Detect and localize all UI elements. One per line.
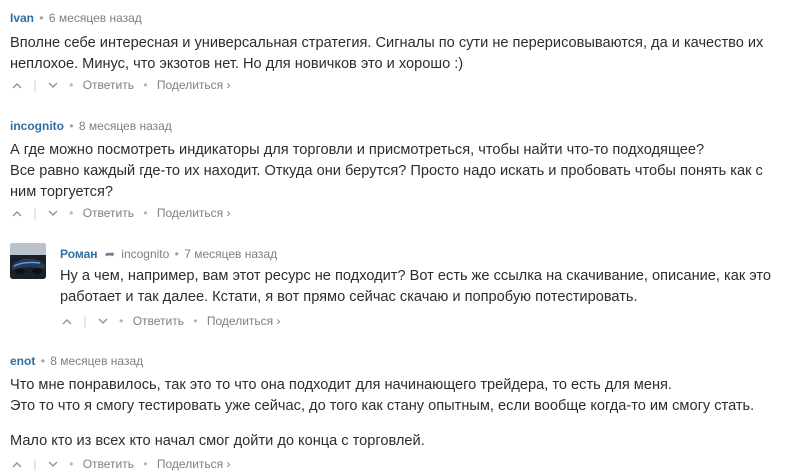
comment-author[interactable]: enot	[10, 354, 35, 368]
upvote-button[interactable]	[10, 77, 24, 93]
downvote-button[interactable]	[46, 77, 60, 93]
action-separator: •	[193, 313, 198, 328]
avatar[interactable]	[10, 243, 46, 279]
comment-text-line: ним торгуется?	[10, 184, 113, 200]
comment-body: Ну а чем, например, вам этот ресурс не п…	[60, 266, 771, 308]
share-button[interactable]: Поделиться ›	[157, 205, 231, 221]
reply-to-author[interactable]: incognito	[121, 247, 169, 261]
upvote-button[interactable]	[10, 456, 24, 472]
comment-text-line: А где можно посмотреть индикаторы для то…	[10, 142, 705, 158]
avatar-image	[10, 243, 46, 279]
comment-text-line: работает и так далее. Кстати, я вот прям…	[60, 289, 638, 305]
share-button[interactable]: Поделиться ›	[157, 456, 231, 472]
action-separator: •	[119, 313, 124, 328]
comment-text-line: Мало кто из всех кто начал смог дойти до…	[10, 433, 425, 449]
header-separator: •	[40, 354, 45, 368]
vote-divider: |	[33, 456, 37, 471]
comment-actions: | • Ответить • Поделиться ›	[10, 455, 230, 472]
action-separator: •	[69, 456, 74, 471]
comment-actions: | • Ответить • Поделиться ›	[60, 312, 280, 329]
upvote-button[interactable]	[60, 313, 74, 329]
header-separator: •	[39, 11, 44, 25]
comment-time[interactable]: 6 месяцев назад	[49, 11, 142, 25]
comment-text-line: Что мне понравилось, так это то что она …	[10, 377, 672, 393]
downvote-button[interactable]	[46, 456, 60, 472]
reply-button[interactable]: Ответить	[83, 77, 134, 93]
action-separator: •	[143, 205, 148, 220]
comment-body: Что мне понравилось, так это то что она …	[10, 375, 754, 452]
header-separator: •	[174, 247, 179, 261]
action-separator: •	[143, 77, 148, 92]
reply-button[interactable]: Ответить	[83, 456, 134, 472]
comment-text-line: неплохое. Минус, что экзотов нет. Но для…	[10, 56, 464, 72]
vote-divider: |	[33, 205, 37, 220]
comment-text-line: Вполне себе интересная и универсальная с…	[10, 35, 764, 51]
chevron-up-icon	[62, 318, 72, 325]
header-separator: •	[69, 119, 74, 133]
vote-divider: |	[83, 313, 87, 328]
chevron-up-icon	[12, 210, 22, 217]
comment-actions: | • Ответить • Поделиться ›	[10, 204, 230, 221]
chevron-up-icon	[12, 82, 22, 89]
share-button[interactable]: Поделиться ›	[157, 77, 231, 93]
comment-text-line: Все равно каждый где-то их находит. Отку…	[10, 163, 763, 179]
chevron-down-icon	[48, 82, 58, 88]
chevron-down-icon	[48, 210, 58, 216]
upvote-button[interactable]	[10, 205, 24, 221]
share-button[interactable]: Поделиться ›	[207, 313, 281, 329]
comment-time[interactable]: 8 месяцев назад	[79, 119, 172, 133]
comment-author[interactable]: Ivan	[10, 11, 34, 25]
reply-button[interactable]: Ответить	[83, 205, 134, 221]
comment-text-line: Это то что я смогу тестировать уже сейча…	[10, 398, 755, 414]
comment-header: enot • 8 месяцев назад	[10, 353, 143, 369]
comment-actions: | • Ответить • Поделиться ›	[10, 76, 230, 93]
vote-divider: |	[33, 77, 37, 92]
chevron-down-icon	[98, 318, 108, 324]
comment-body: А где можно посмотреть индикаторы для то…	[10, 140, 763, 203]
comment-author[interactable]: Роман	[60, 247, 98, 261]
action-separator: •	[69, 205, 74, 220]
comment-author[interactable]: incognito	[10, 119, 64, 133]
action-separator: •	[69, 77, 74, 92]
chevron-down-icon	[48, 461, 58, 467]
comment-body: Вполне себе интересная и универсальная с…	[10, 33, 763, 75]
reply-button[interactable]: Ответить	[133, 313, 184, 329]
downvote-button[interactable]	[96, 313, 110, 329]
comment-header: Ivan • 6 месяцев назад	[10, 10, 142, 26]
downvote-button[interactable]	[46, 205, 60, 221]
comment-time[interactable]: 8 месяцев назад	[50, 354, 143, 368]
chevron-up-icon	[12, 461, 22, 468]
comment-header: Роман ➦ incognito • 7 месяцев назад	[60, 246, 277, 262]
comment-text-line: Ну а чем, например, вам этот ресурс не п…	[60, 268, 772, 284]
comment-time[interactable]: 7 месяцев назад	[184, 247, 277, 261]
comment-header: incognito • 8 месяцев назад	[10, 118, 172, 134]
action-separator: •	[143, 456, 148, 471]
reply-arrow-icon: ➦	[104, 247, 115, 261]
